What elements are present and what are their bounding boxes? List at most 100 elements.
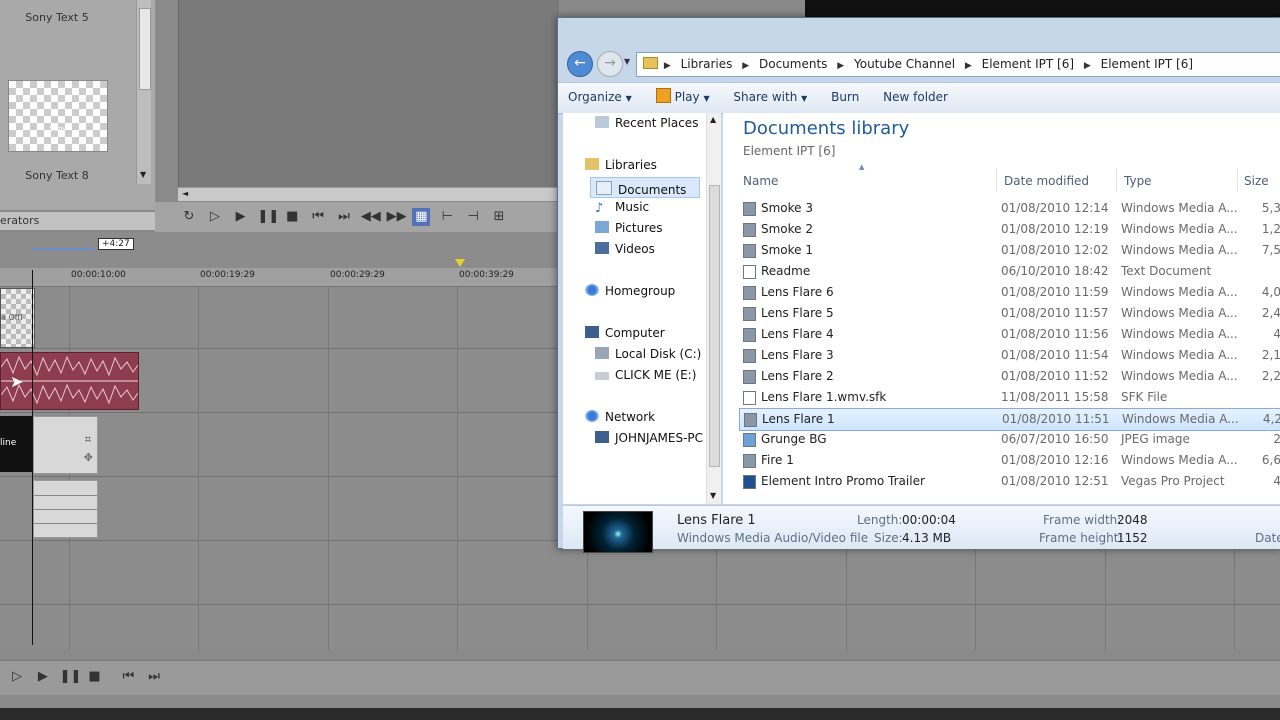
file-row[interactable]: Lens Flare 4 01/08/2010 11:56 Windows Medi… <box>739 324 1280 345</box>
file-row[interactable]: Lens Flare 1 01/08/2010 11:51 Windows Medi… <box>739 408 1280 431</box>
play-icon[interactable]: ▶ <box>232 208 250 226</box>
nav-libraries[interactable]: Libraries <box>585 158 657 172</box>
recent-places-icon <box>595 116 609 128</box>
file-date: 01/08/2010 11:59 <box>1001 285 1109 299</box>
column-header-name[interactable]: Name <box>743 174 778 188</box>
video-event[interactable]: a Offl <box>0 288 35 348</box>
file-size: 2,4 <box>1261 306 1280 320</box>
nav-pictures[interactable]: Pictures <box>595 221 663 235</box>
stop-icon[interactable]: ■ <box>85 668 103 686</box>
file-row[interactable]: Smoke 1 01/08/2010 12:02 Windows Media A..… <box>739 240 1280 261</box>
file-row[interactable]: Lens Flare 1.wmv.sfk 11/08/2011 15:58 SFK … <box>739 387 1280 408</box>
gridline <box>198 286 199 650</box>
address-bar[interactable]: ▶ Libraries ▶ Documents ▶ Youtube Channe… <box>636 52 1280 77</box>
file-row[interactable]: Readme 06/10/2010 18:42 Text Document <box>739 261 1280 282</box>
scroll-down-icon[interactable]: ▼ <box>140 170 146 179</box>
column-divider[interactable] <box>996 168 997 192</box>
nav-click-me[interactable]: CLICK ME (E:) <box>595 368 696 382</box>
file-row[interactable]: Smoke 3 01/08/2010 12:14 Windows Media A..… <box>739 198 1280 219</box>
main-transport: ▷ ▶ ❚❚ ■ ⏮ ⏭ <box>0 660 1280 695</box>
pause-icon[interactable]: ❚❚ <box>60 668 82 686</box>
breadcrumb-item[interactable]: Libraries <box>675 53 739 75</box>
prev-icon[interactable]: ⏮ <box>309 208 327 226</box>
edit-tool-icon[interactable]: ⊢ <box>438 208 456 226</box>
file-row[interactable]: Element Intro Promo Trailer 01/08/2010 12… <box>739 471 1280 492</box>
media-scrollbar[interactable]: ▼ <box>136 0 151 184</box>
scroll-up-icon[interactable]: ▲ <box>710 115 716 124</box>
nav-network[interactable]: Network <box>585 410 655 424</box>
light-video-event[interactable] <box>33 480 98 538</box>
pan-icon[interactable]: ✥ <box>84 451 93 464</box>
next-icon[interactable]: ⏭ <box>335 208 353 226</box>
crop-icon[interactable]: ⌗ <box>85 433 91 447</box>
nav-documents[interactable]: Documents <box>590 177 700 198</box>
scroll-down-icon[interactable]: ▼ <box>710 491 716 500</box>
file-row[interactable]: Lens Flare 6 01/08/2010 11:59 Windows Medi… <box>739 282 1280 303</box>
envelope-tool-icon[interactable]: ⊣ <box>464 208 482 226</box>
play-button[interactable]: Play ▼ <box>646 83 720 113</box>
generators-tab[interactable]: erators <box>0 212 155 230</box>
selection-tool-icon[interactable]: ⊞ <box>490 208 508 226</box>
nav-music[interactable]: ♪ Music <box>595 200 649 216</box>
light-video-event[interactable]: ⌗ ✥ <box>33 416 98 474</box>
breadcrumb-item[interactable]: Element IPT [6] <box>976 53 1080 75</box>
file-row[interactable]: Fire 1 01/08/2010 12:16 Windows Media A...… <box>739 450 1280 471</box>
nav-johnjames[interactable]: JOHNJAMES-PC <box>595 431 703 445</box>
media-item-label[interactable]: Sony Text 5 <box>2 11 112 24</box>
scroll-left-icon[interactable]: ◄ <box>182 189 188 198</box>
file-date: 06/10/2010 18:42 <box>1001 264 1109 278</box>
breadcrumb-item[interactable]: Documents <box>753 53 833 75</box>
loop-icon[interactable]: ↻ <box>180 208 198 226</box>
nav-videos[interactable]: Videos <box>595 242 655 256</box>
file-row[interactable]: Lens Flare 5 01/08/2010 11:57 Windows Medi… <box>739 303 1280 324</box>
column-divider[interactable] <box>1237 168 1238 192</box>
organize-button[interactable]: Organize ▼ <box>558 83 642 113</box>
next-icon[interactable]: ⏭ <box>145 668 163 686</box>
dark-video-event[interactable]: line <box>0 416 33 472</box>
nav-scrollbar[interactable]: ▲ ▼ <box>706 113 721 504</box>
file-date: 11/08/2011 15:58 <box>1001 390 1109 404</box>
details-frame-height: 1152 <box>1117 531 1148 545</box>
media-thumbnail[interactable]: Sony <box>8 80 108 152</box>
new-folder-button[interactable]: New folder <box>873 83 958 113</box>
back-icon[interactable]: ← <box>567 51 593 77</box>
breadcrumb-item[interactable]: Element IPT [6] <box>1095 53 1199 75</box>
play-from-start-icon[interactable]: ▷ <box>8 668 26 686</box>
column-divider[interactable] <box>1116 168 1117 192</box>
play-icon[interactable]: ▶ <box>34 668 52 686</box>
snap-icon[interactable]: ▦ <box>412 208 431 226</box>
recent-pages-icon[interactable]: ▼ <box>624 57 630 66</box>
media-item-label[interactable]: Sony Text 8 <box>2 169 112 182</box>
column-header-date[interactable]: Date modified <box>1004 174 1089 188</box>
forward-icon[interactable]: ▶▶ <box>387 208 407 226</box>
command-bar: Organize ▼ Play ▼ Share with ▼ Burn New … <box>558 82 1280 114</box>
rewind-icon[interactable]: ◀◀ <box>361 208 381 226</box>
marker-icon[interactable] <box>455 259 465 267</box>
file-row[interactable]: Lens Flare 3 01/08/2010 11:54 Windows Medi… <box>739 345 1280 366</box>
share-with-button[interactable]: Share with ▼ <box>723 83 817 113</box>
file-row[interactable]: Grunge BG 06/07/2010 16:50 JPEG image 2 <box>739 429 1280 450</box>
nav-recent-places[interactable]: Recent Places <box>595 116 698 130</box>
music-icon: ♪ <box>595 201 604 216</box>
column-header-type[interactable]: Type <box>1124 174 1152 188</box>
loop-region[interactable] <box>32 238 94 250</box>
forward-icon[interactable]: → <box>597 51 623 77</box>
stop-icon[interactable]: ■ <box>283 208 301 226</box>
column-header-size[interactable]: Size <box>1244 174 1269 188</box>
preview-scrollbar[interactable]: ◄ <box>178 187 558 201</box>
play-from-start-icon[interactable]: ▷ <box>206 208 224 226</box>
prev-icon[interactable]: ⏮ <box>119 668 137 686</box>
taskbar <box>0 708 1280 720</box>
nav-computer[interactable]: Computer <box>585 326 665 340</box>
burn-button[interactable]: Burn <box>821 83 869 113</box>
nav-label: Local Disk (C:) <box>615 347 702 361</box>
pause-icon[interactable]: ❚❚ <box>257 208 279 226</box>
nav-local-disk[interactable]: Local Disk (C:) <box>595 347 701 361</box>
file-row[interactable]: Lens Flare 2 01/08/2010 11:52 Windows Medi… <box>739 366 1280 387</box>
file-row[interactable]: Smoke 2 01/08/2010 12:19 Windows Media A..… <box>739 219 1280 240</box>
play-label: Play <box>674 90 700 104</box>
playhead-cursor[interactable] <box>32 270 33 645</box>
nav-homegroup[interactable]: Homegroup <box>585 284 675 298</box>
timecode-label: 00:00:10:00 <box>71 270 126 280</box>
breadcrumb-item[interactable]: Youtube Channel <box>848 53 961 75</box>
